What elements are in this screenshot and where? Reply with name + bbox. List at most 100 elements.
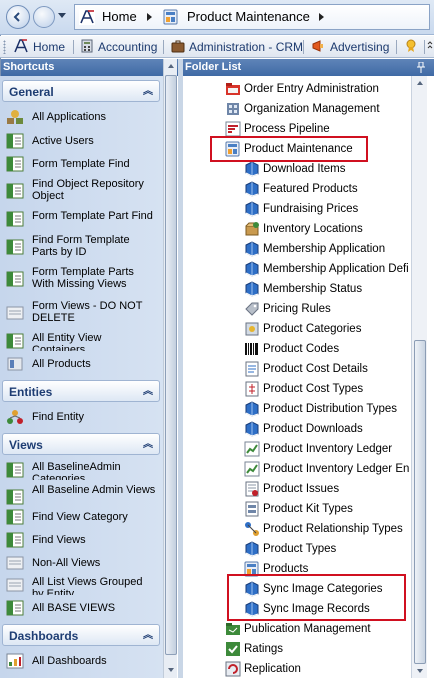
collapse-chevron-icon[interactable]: ︽	[143, 625, 153, 647]
toolbar-overflow-icon[interactable]	[427, 41, 433, 53]
scroll-down-icon[interactable]	[414, 664, 426, 678]
group-entities-header[interactable]: Entities ︽	[2, 380, 160, 402]
crumb-product-maintenance[interactable]: Product Maintenance	[187, 5, 310, 29]
shortcut-label: Find Object Repository Object	[32, 178, 144, 202]
list-view-icon	[6, 183, 24, 199]
toolbar-separator	[424, 40, 425, 54]
organization-icon	[227, 103, 239, 115]
shortcut-item[interactable]: Find Object Repository Object	[6, 178, 160, 204]
shortcut-item[interactable]: All BASE VIEWS	[6, 600, 160, 616]
shortcut-label: Find Entity	[32, 411, 84, 423]
toolbar-separator	[303, 40, 304, 54]
ledger-chart-icon	[244, 441, 260, 457]
toolbar-grip[interactable]	[3, 40, 6, 54]
shortcut-label: Form Template Find	[32, 158, 130, 170]
group-views-header[interactable]: Views ︽	[2, 433, 160, 455]
document-icon	[245, 381, 259, 397]
shortcut-label: All Baseline Admin Views	[32, 484, 156, 496]
calculator-icon	[81, 39, 93, 53]
shortcut-item[interactable]: All BaselineAdmin Categories	[6, 461, 160, 480]
tree-item-label: Product Types	[263, 543, 337, 555]
shortcut-item[interactable]: Form Views - DO NOT DELETE	[6, 300, 160, 326]
shortcut-item[interactable]: All Products	[6, 356, 160, 372]
back-button[interactable]	[6, 5, 30, 29]
tree-item-label: Product Codes	[263, 343, 340, 355]
group-dashboards-header[interactable]: Dashboards ︽	[2, 624, 160, 646]
book-icon	[245, 161, 259, 177]
list-view-icon	[6, 271, 24, 287]
collapse-chevron-icon[interactable]: ︽	[143, 81, 153, 103]
shortcut-item[interactable]: Find Views	[6, 532, 160, 548]
tag-icon	[245, 302, 259, 316]
group-dashboards-label: Dashboards	[9, 629, 79, 643]
view-icon	[6, 556, 24, 570]
shortcut-label: Form Views - DO NOT DELETE	[32, 300, 143, 324]
inventory-box-icon	[245, 222, 259, 236]
shortcut-item[interactable]: Non-All Views	[6, 555, 160, 571]
book-icon	[245, 241, 259, 257]
list-view-icon	[6, 133, 24, 149]
tree-item-label: Product Inventory Ledger En	[263, 463, 410, 475]
toolbar-home-button[interactable]: Home	[33, 38, 65, 56]
quick-toolbar: Home Accounting Administration - CRM Adv…	[0, 36, 434, 58]
crumb-separator-icon[interactable]	[147, 13, 152, 21]
forward-button[interactable]	[33, 6, 55, 28]
ratings-icon	[226, 642, 240, 656]
highlight-sync-image-items	[227, 574, 406, 621]
shortcut-item[interactable]: All List Views Grouped by Entity	[6, 576, 160, 595]
collapse-chevron-icon[interactable]: ︽	[143, 381, 153, 403]
collapse-chevron-icon[interactable]: ︽	[143, 434, 153, 456]
pin-icon[interactable]	[417, 62, 425, 73]
shortcut-item[interactable]: Form Template Parts With Missing Views	[6, 266, 160, 292]
folder-list-tree: Order Entry Administration Organization M…	[183, 76, 434, 678]
toolbar-accounting-button[interactable]: Accounting	[98, 38, 157, 56]
breadcrumb[interactable]: Home Product Maintenance	[74, 4, 430, 30]
tree-item-label: Replication	[244, 663, 301, 675]
shortcut-item[interactable]: Find Entity	[6, 409, 160, 425]
shortcut-item[interactable]: Active Users	[6, 133, 160, 149]
toolbar-separator	[163, 40, 164, 54]
tree-item-label: Product Relationship Types	[263, 523, 403, 535]
scroll-thumb[interactable]	[414, 340, 426, 664]
shortcut-label: Non-All Views	[32, 557, 101, 569]
book-icon	[245, 421, 259, 437]
shortcut-item[interactable]: Find View Category	[6, 509, 160, 525]
shortcut-item[interactable]: All Applications	[6, 109, 160, 125]
crumb-home[interactable]: Home	[102, 5, 137, 29]
shortcut-item[interactable]: Form Template Part Find	[6, 210, 160, 229]
group-general-header[interactable]: General ︽	[2, 80, 160, 102]
tree-item-label: Product Issues	[263, 483, 340, 495]
shortcut-item[interactable]: All Dashboards	[6, 653, 160, 669]
shortcut-item[interactable]: Form Template Find	[6, 156, 160, 172]
tree-item-label: Membership Status	[263, 283, 363, 295]
scroll-up-icon[interactable]	[414, 76, 426, 90]
folder-list-scrollbar[interactable]	[411, 76, 427, 678]
tree-item-label: Featured Products	[263, 183, 358, 195]
list-view-icon	[6, 156, 24, 172]
shortcuts-scrollbar[interactable]	[163, 59, 177, 678]
group-entities-label: Entities	[9, 385, 53, 399]
toolbar-advertising-button[interactable]: Advertising	[330, 38, 389, 56]
document-icon	[245, 361, 259, 377]
tree-item-label: Fundraising Prices	[263, 203, 359, 215]
book-icon	[245, 281, 259, 297]
dashboard-icon	[6, 653, 24, 669]
shortcut-label: All BASE VIEWS	[32, 602, 116, 614]
crumb-separator-icon[interactable]	[319, 13, 324, 21]
toolbar-administration-crm-button[interactable]: Administration - CRM	[189, 38, 303, 56]
shortcut-label: All BaselineAdmin Categories	[32, 461, 121, 480]
scroll-down-icon[interactable]	[165, 663, 177, 677]
scroll-up-icon[interactable]	[165, 59, 177, 73]
book-icon	[245, 541, 259, 557]
shortcut-item[interactable]: All Baseline Admin Views	[6, 484, 160, 510]
tree-item-label: Product Inventory Ledger	[263, 443, 393, 455]
shortcut-item[interactable]: Find Form Template Parts by ID	[6, 234, 160, 260]
shortcut-label: All Products	[32, 358, 91, 370]
product-maintenance-icon	[163, 9, 178, 25]
shortcut-item[interactable]: All Entity View Containers	[6, 332, 160, 351]
tree-item-label: Download Items	[263, 163, 346, 175]
highlight-product-maintenance	[210, 136, 368, 162]
history-dropdown-icon[interactable]	[58, 13, 66, 18]
tree-item-label: Product Cost Details	[263, 363, 368, 375]
scroll-thumb[interactable]	[165, 75, 177, 655]
